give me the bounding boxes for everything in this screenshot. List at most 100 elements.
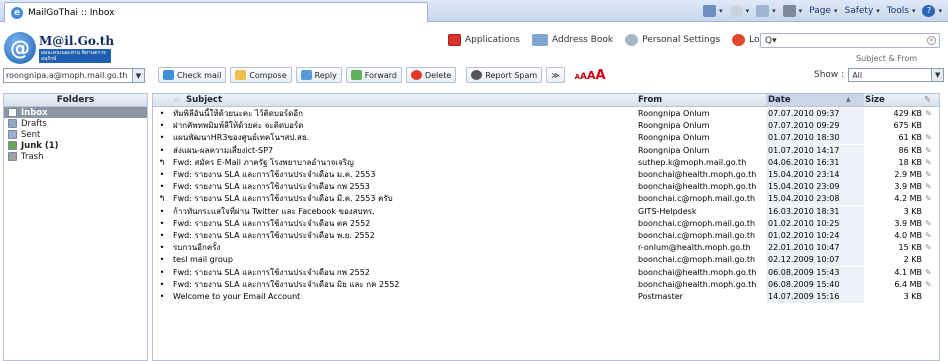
attachment-icon	[925, 291, 935, 303]
attachment-icon: ✎	[925, 279, 932, 289]
date-cell: 01.02.2010 10:24	[768, 231, 840, 240]
help-icon: ?	[922, 5, 936, 17]
table-row[interactable]: • Welcome to your Email Account Postmaster…	[153, 291, 939, 303]
print-button[interactable]: ▾	[782, 5, 802, 17]
column-from[interactable]: From	[638, 94, 662, 106]
mail-icon	[756, 5, 770, 17]
check-mail-icon	[163, 70, 174, 80]
column-date[interactable]: Date ▲	[766, 94, 864, 106]
check-mail-button[interactable]: Check mail	[158, 67, 227, 83]
attachment-icon: ✎	[925, 243, 932, 253]
table-row[interactable]: • Fwd: รายงาน SLA และการใช้งานประจำเดือน …	[153, 169, 939, 181]
reply-icon	[300, 70, 312, 80]
date-cell: 06.08.2009 15:43	[768, 267, 840, 277]
show-select[interactable]: All ▼	[848, 68, 945, 82]
table-row[interactable]: • tesl mail group boonchai.c@moph.mail.go.…	[153, 254, 939, 267]
table-row[interactable]: • ฝากคัพทพมิมพ์ลีให้ด้วยค่ะ จะติดบอร์ด Roo…	[153, 120, 939, 133]
mail-toolbar: Check mail Compose Reply Forward Delete …	[158, 66, 606, 84]
from-cell: boonchai@health.moph.go.th	[638, 279, 757, 289]
app-header: @ M@il.Go.th ผมจะคนเนสะพาน พิสานตรวจอนุร…	[0, 23, 948, 93]
table-row[interactable]: • Fwd: รายงาน SLA และการใช้งานประจำเดือน …	[153, 278, 939, 291]
applications-link[interactable]: Applications	[448, 34, 520, 46]
spam-icon	[471, 70, 483, 80]
subject-cell: ก้าวทันกระแสใจที่ผ่าน Twitter และ Facebo…	[173, 206, 375, 216]
table-row[interactable]: • แผนพัฒนาHR3ของศูนย์เทคโนฯสป.สธ. Roongnip…	[153, 132, 939, 145]
font-size-small[interactable]: A	[580, 72, 587, 82]
date-cell: 07.07.2010 09:29	[768, 121, 840, 131]
table-row[interactable]: • Fwd: รายงาน SLA และการใช้งานประจำเดือน …	[153, 230, 939, 242]
print-icon	[782, 5, 796, 17]
feeds-button[interactable]: ▾	[729, 5, 749, 17]
font-size-selector: A A A A	[575, 68, 606, 83]
sidebar-item-drafts[interactable]: Drafts	[4, 118, 147, 129]
sidebar-item-trash[interactable]: Trash	[4, 151, 147, 162]
subject-cell: Fwd: สมัคร E-Mail ภาครัฐ โรงพยาบาลอำนาจเ…	[173, 157, 354, 167]
message-list-header: ☆ Subject From Date ▲ Size ✎	[153, 94, 939, 107]
size-cell: 429 KB	[893, 109, 922, 118]
table-row[interactable]: • ทัมพิลีอันนี้ให้ด้วยนะคะ ไว้ติดบอร์ดอีก…	[153, 108, 939, 120]
attachment-icon: ✎	[925, 231, 932, 240]
sidebar-item-inbox[interactable]: Inbox	[4, 107, 147, 118]
search-input[interactable]: Q▾ ✕	[760, 33, 940, 48]
attachment-icon	[925, 254, 935, 266]
date-cell: 01.07.2010 14:17	[768, 145, 840, 155]
report-spam-button[interactable]: Report Spam	[466, 67, 543, 83]
subject-cell: Welcome to your Email Account	[173, 292, 301, 301]
table-row[interactable]: ↰ Fwd: รายงาน SLA และการใช้งานประจำเดือน …	[153, 193, 939, 206]
help-button[interactable]: ? ▾	[922, 5, 942, 17]
clear-search-icon[interactable]: ✕	[927, 36, 936, 45]
from-cell: Roongnipa Onlum	[638, 133, 710, 143]
table-row[interactable]: • รบกวนอีกครั้ง r-onlum@health.moph.go.th 2…	[153, 242, 939, 255]
read-mail-button[interactable]: ▾	[756, 5, 776, 17]
attachment-icon: ✎	[925, 133, 932, 143]
identity-select[interactable]: roongnipa.a@moph.mail.go.th ▼	[3, 68, 145, 83]
column-size[interactable]: Size	[865, 94, 885, 106]
attachment-icon: ✎	[925, 109, 932, 118]
table-row[interactable]: • ก้าวทันกระแสใจที่ผ่าน Twitter และ Faceb…	[153, 205, 939, 218]
sidebar-item-junk[interactable]: Junk (1)	[4, 140, 147, 151]
browser-tab[interactable]: e MailGoThai :: Inbox	[4, 2, 428, 22]
sidebar-item-sent[interactable]: Sent	[4, 129, 147, 140]
table-row[interactable]: ↰ Fwd: สมัคร E-Mail ภาครัฐ โรงพยาบาลอำนาจ…	[153, 156, 939, 169]
attachment-icon: ✎	[925, 267, 932, 277]
font-size-medium[interactable]: A	[587, 69, 596, 82]
compose-button[interactable]: Compose	[230, 67, 292, 83]
more-actions-button[interactable]: ≫	[546, 67, 565, 83]
table-row[interactable]: • Fwd: รายงาน SLA และการใช้งานประจำเดือน …	[153, 266, 939, 279]
reply-button[interactable]: Reply	[295, 67, 342, 83]
feeds-icon	[729, 5, 743, 17]
sidebar-item-label: Drafts	[21, 118, 47, 129]
logo[interactable]: @ M@il.Go.th ผมจะคนเนสะพาน พิสานตรวจอนุร…	[4, 31, 132, 65]
address-book-link[interactable]: Address Book	[531, 34, 613, 46]
subject-cell: Fwd: รายงาน SLA และการใช้งานประจำเดือน ม…	[173, 279, 400, 289]
table-row[interactable]: • Fwd: รายงาน SLA และการใช้งานประจำเดือน …	[153, 181, 939, 194]
status-flag-icon: •	[159, 231, 165, 240]
table-row[interactable]: • Fwd: รายงาน SLA และการใช้งานประจำเดือน …	[153, 217, 939, 230]
date-cell: 07.07.2010 09:37	[768, 109, 840, 118]
safety-menu[interactable]: Safety ▾	[844, 6, 879, 16]
table-row[interactable]: • ส่งแผน-ผลความเสี่ยงict-SP7 Roongnipa Onl…	[153, 144, 939, 157]
from-cell: boonchai@health.moph.go.th	[638, 267, 757, 277]
sidebar-item-label: Inbox	[21, 107, 48, 118]
subject-cell: Fwd: รายงาน SLA และการใช้งานประจำเดือน ก…	[173, 182, 370, 192]
sort-asc-icon: ▲	[846, 96, 851, 103]
search-scope[interactable]: Subject & From	[856, 54, 917, 63]
home-button[interactable]: ▾	[703, 5, 723, 17]
tools-menu[interactable]: Tools ▾	[887, 6, 916, 16]
subject-cell: Fwd: รายงาน SLA และการใช้งานประจำเดือน ม…	[173, 170, 376, 179]
from-cell: boonchai@health.moph.go.th	[638, 170, 757, 179]
subject-cell: แผนพัฒนาHR3ของศูนย์เทคโนฯสป.สธ.	[173, 133, 310, 143]
personal-settings-link[interactable]: Personal Settings	[625, 34, 720, 46]
column-subject[interactable]: Subject	[186, 94, 222, 106]
size-cell: 4.0 MB	[894, 231, 922, 240]
size-cell: 3.9 MB	[894, 218, 922, 228]
forward-button[interactable]: Forward	[345, 67, 402, 83]
date-cell: 15.04.2010 23:09	[768, 182, 840, 192]
star-column-icon[interactable]: ☆	[173, 94, 181, 106]
page-menu[interactable]: Page ▾	[809, 6, 837, 16]
size-cell: 3 KB	[903, 292, 922, 301]
folder-icon	[8, 152, 17, 161]
font-size-large[interactable]: A	[595, 68, 605, 83]
delete-button[interactable]: Delete	[405, 67, 457, 83]
folders-panel: Folders Inbox Drafts Sent Junk (1) Trash	[3, 93, 148, 361]
